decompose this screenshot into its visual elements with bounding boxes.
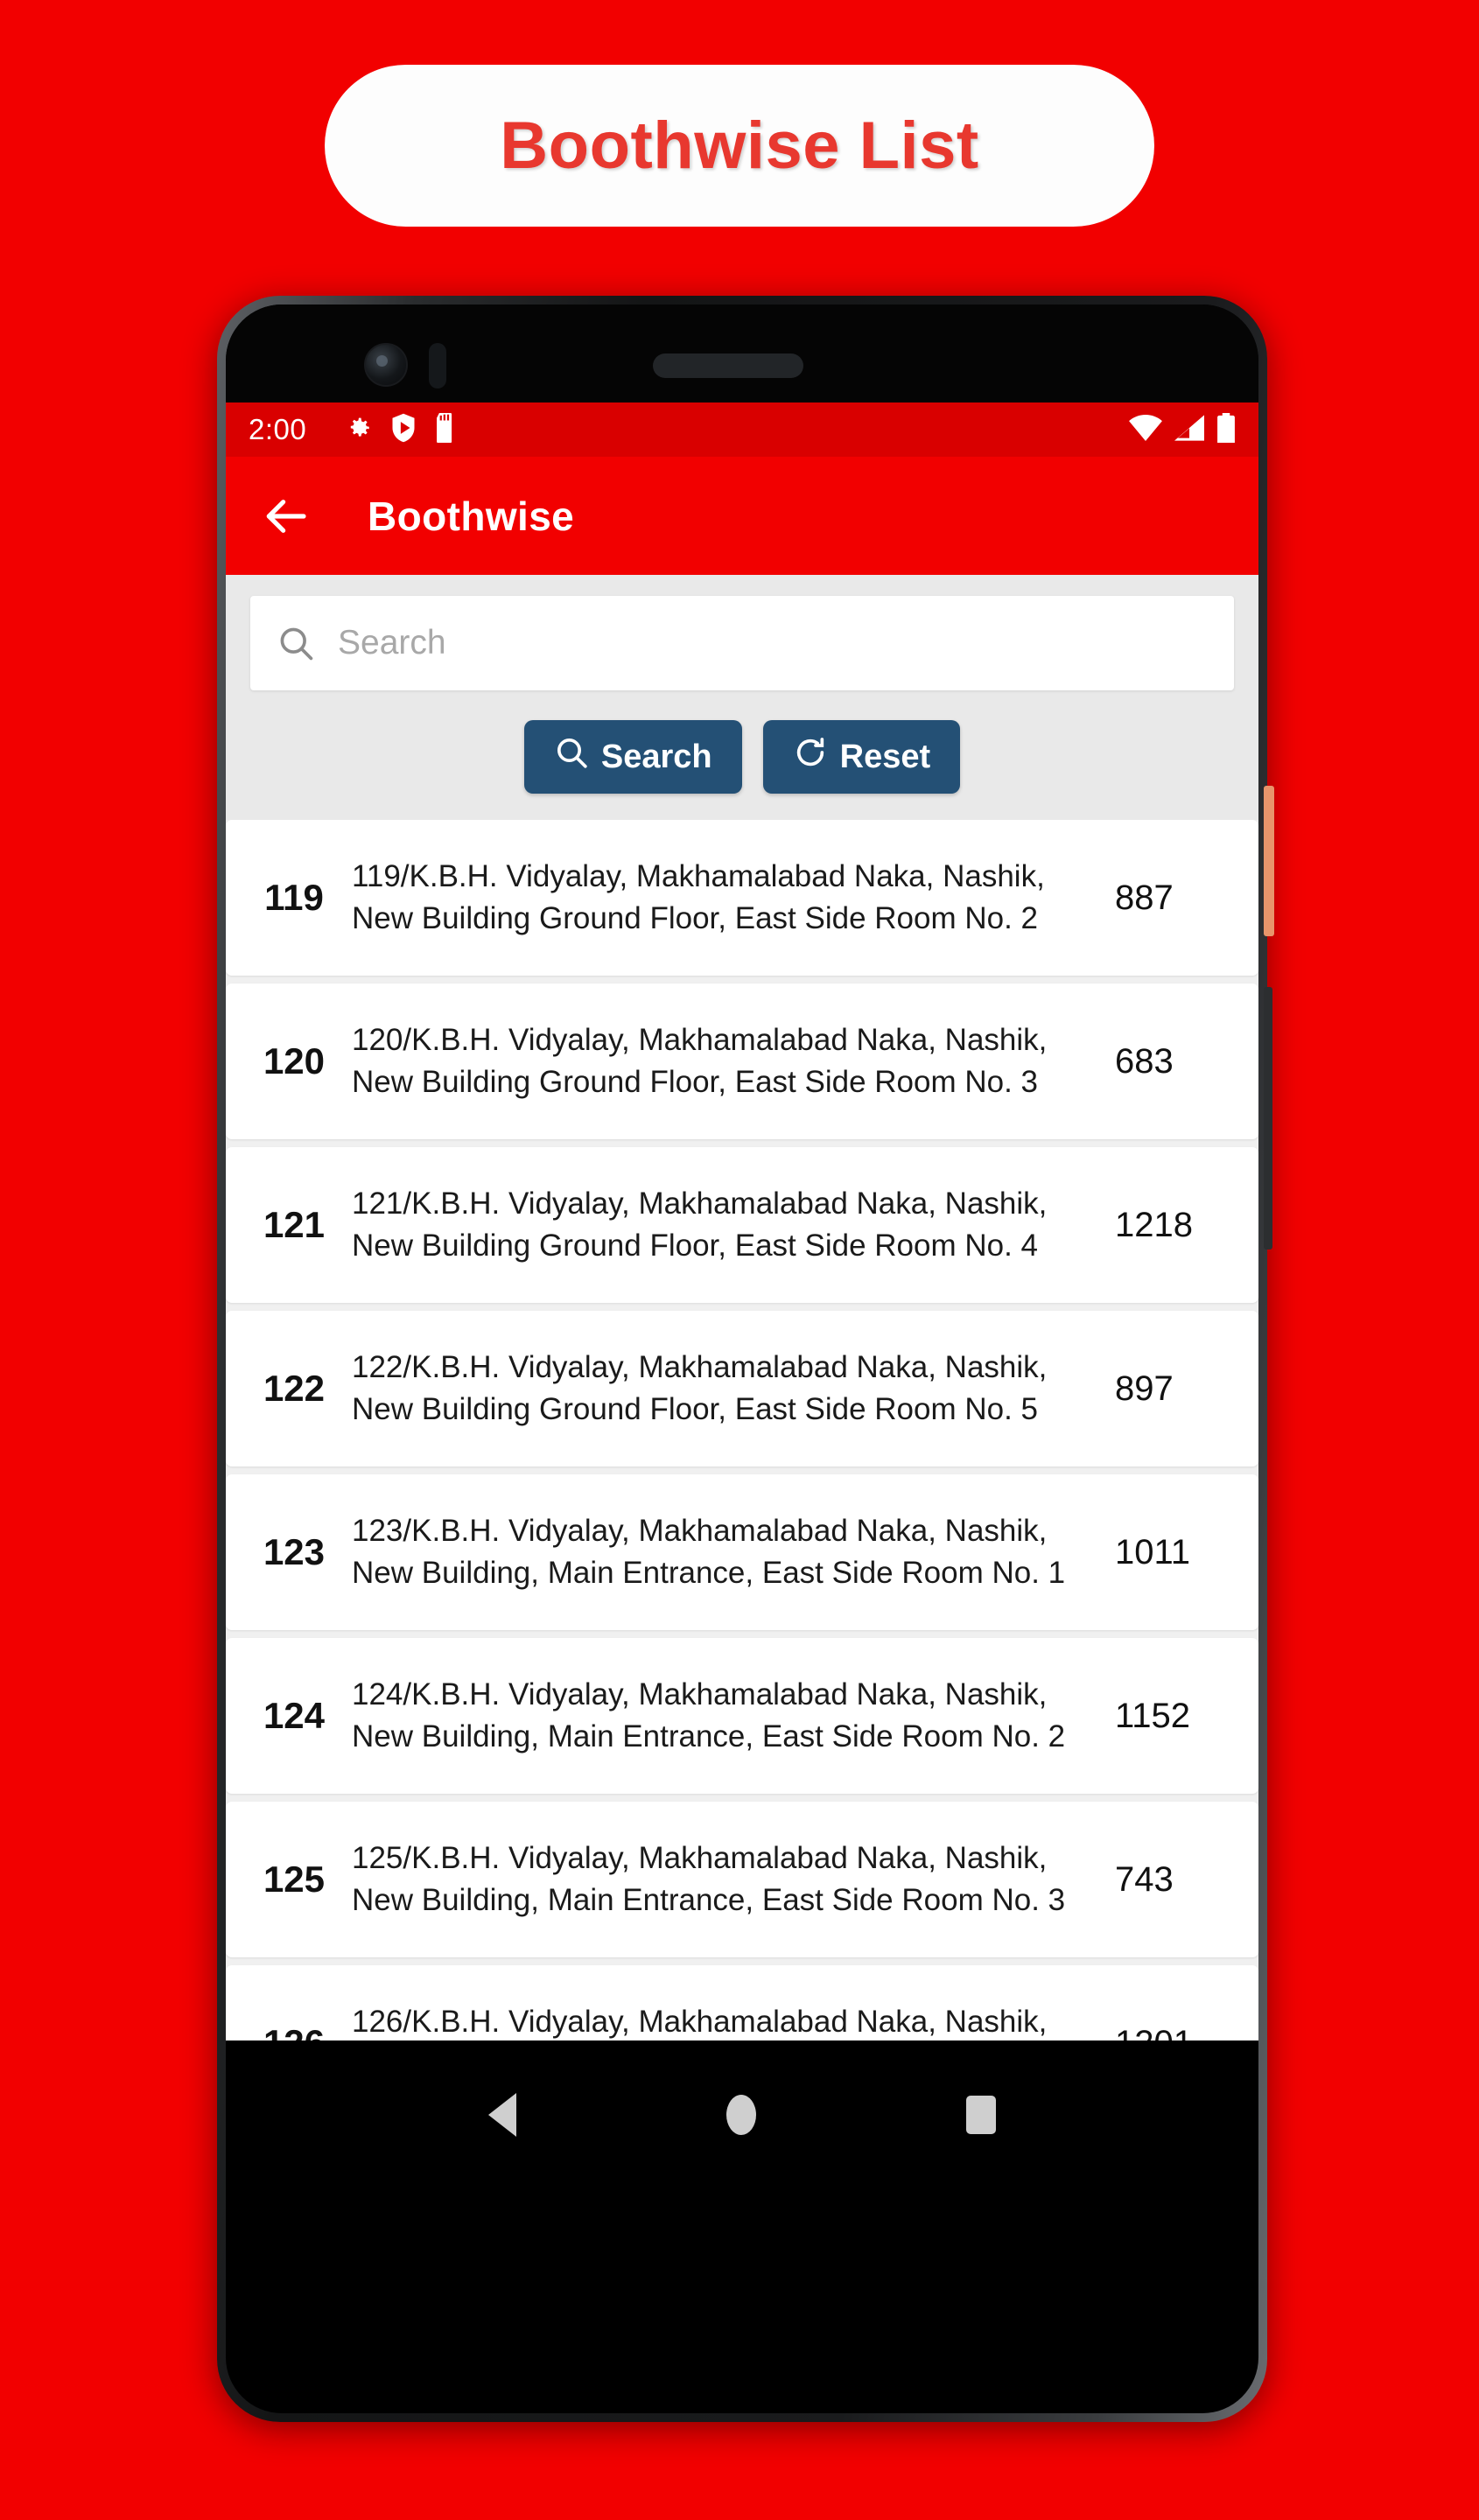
app-screen: 2:00 Boothwise Search Search Reset 119 1…: [226, 402, 1258, 2040]
banner-title-pill: Boothwise List: [325, 65, 1154, 227]
search-box[interactable]: [250, 596, 1234, 690]
booth-number: 121: [263, 1204, 326, 1245]
android-nav-bar: [226, 2040, 1258, 2189]
booth-number: 126: [245, 2022, 343, 2040]
booth-number: 124: [263, 1695, 326, 1736]
reset-button[interactable]: Reset: [762, 720, 961, 794]
status-bar-right: [1129, 412, 1236, 447]
search-button-icon: [554, 735, 589, 779]
table-row[interactable]: 123 123/K.B.H. Vidyalay, Makhamalabad Nak…: [226, 1474, 1258, 1630]
booth-number: 120: [263, 1040, 326, 1082]
search-action-buttons: Search Reset: [250, 720, 1234, 794]
table-row[interactable]: 126 126/K.B.H. Vidyalay, Makhamalabad Nak…: [226, 1965, 1258, 2040]
booth-number: 119: [264, 877, 324, 918]
booth-voter-count: 1011: [1115, 1532, 1191, 1572]
booth-list[interactable]: 119 119/K.B.H. Vidyalay, Makhamalabad Nak…: [226, 820, 1258, 2040]
battery-icon: [1216, 412, 1236, 447]
table-row[interactable]: 122 122/K.B.H. Vidyalay, Makhamalabad Nak…: [226, 1311, 1258, 1466]
booth-description: 126/K.B.H. Vidyalay, Makhamalabad Naka, …: [352, 2004, 1048, 2039]
table-row[interactable]: 121 121/K.B.H. Vidyalay, Makhamalabad Nak…: [226, 1147, 1258, 1303]
booth-voter-count: 1152: [1115, 1696, 1191, 1735]
table-row[interactable]: 119 119/K.B.H. Vidyalay, Makhamalabad Nak…: [226, 820, 1258, 976]
booth-description: 123/K.B.H. Vidyalay, Makhamalabad Naka, …: [352, 1513, 1066, 1590]
search-panel: Search Reset: [226, 575, 1258, 820]
signal-icon: [1174, 414, 1204, 445]
status-bar: 2:00: [226, 402, 1258, 457]
app-bar: Boothwise: [226, 457, 1258, 575]
phone-top-bezel: [226, 304, 1258, 402]
booth-description: 125/K.B.H. Vidyalay, Makhamalabad Naka, …: [352, 1840, 1066, 1917]
status-bar-clock: 2:00: [249, 413, 307, 445]
booth-voter-count: 1201: [1115, 2024, 1229, 2041]
wifi-icon: [1129, 414, 1162, 445]
volume-rocker-button[interactable]: [1264, 987, 1272, 1250]
booth-voter-count: 683: [1115, 1041, 1174, 1081]
back-arrow-icon[interactable]: [261, 492, 310, 541]
proximity-sensor-icon: [429, 343, 446, 388]
booth-description: 122/K.B.H. Vidyalay, Makhamalabad Naka, …: [352, 1349, 1048, 1426]
back-triangle-icon[interactable]: [488, 2093, 516, 2137]
booth-description: 119/K.B.H. Vidyalay, Makhamalabad Naka, …: [352, 858, 1045, 935]
booth-description: 121/K.B.H. Vidyalay, Makhamalabad Naka, …: [352, 1186, 1048, 1263]
phone-screen-bezel: 2:00 Boothwise Search Search Reset 119 1…: [226, 304, 1258, 2413]
booth-description: 120/K.B.H. Vidyalay, Makhamalabad Naka, …: [352, 1022, 1048, 1099]
page-title: Boothwise List: [500, 108, 979, 183]
booth-number: 122: [263, 1368, 326, 1409]
earpiece-speaker: [653, 354, 803, 378]
search-button[interactable]: Search: [523, 720, 742, 794]
search-icon: [277, 624, 315, 662]
refresh-icon: [793, 735, 828, 779]
table-row[interactable]: 124 124/K.B.H. Vidyalay, Makhamalabad Nak…: [226, 1638, 1258, 1794]
app-bar-title: Boothwise: [368, 493, 575, 539]
reset-button-label: Reset: [839, 738, 931, 775]
sd-card-icon: [434, 412, 457, 447]
booth-voter-count: 743: [1115, 1859, 1174, 1899]
booth-description: 124/K.B.H. Vidyalay, Makhamalabad Naka, …: [352, 1676, 1066, 1754]
phone-mockup: 2:00 Boothwise Search Search Reset 119 1…: [217, 296, 1274, 2422]
booth-voter-count: 897: [1115, 1368, 1174, 1408]
power-button[interactable]: [1264, 786, 1274, 936]
table-row[interactable]: 120 120/K.B.H. Vidyalay, Makhamalabad Nak…: [226, 984, 1258, 1139]
status-bar-left: 2:00: [249, 412, 1129, 447]
table-row[interactable]: 125 125/K.B.H. Vidyalay, Makhamalabad Nak…: [226, 1802, 1258, 1957]
gear-icon: [343, 413, 373, 447]
recents-square-icon[interactable]: [966, 2096, 996, 2134]
play-badge-icon: [390, 413, 417, 447]
home-circle-icon[interactable]: [726, 2095, 756, 2135]
booth-voter-count: 887: [1115, 878, 1174, 917]
booth-voter-count: 1218: [1115, 1205, 1193, 1244]
booth-number: 123: [263, 1531, 326, 1572]
booth-number: 125: [263, 1858, 326, 1900]
search-button-label: Search: [600, 738, 712, 775]
search-input[interactable]: [338, 624, 1208, 662]
front-camera-icon: [364, 343, 408, 387]
